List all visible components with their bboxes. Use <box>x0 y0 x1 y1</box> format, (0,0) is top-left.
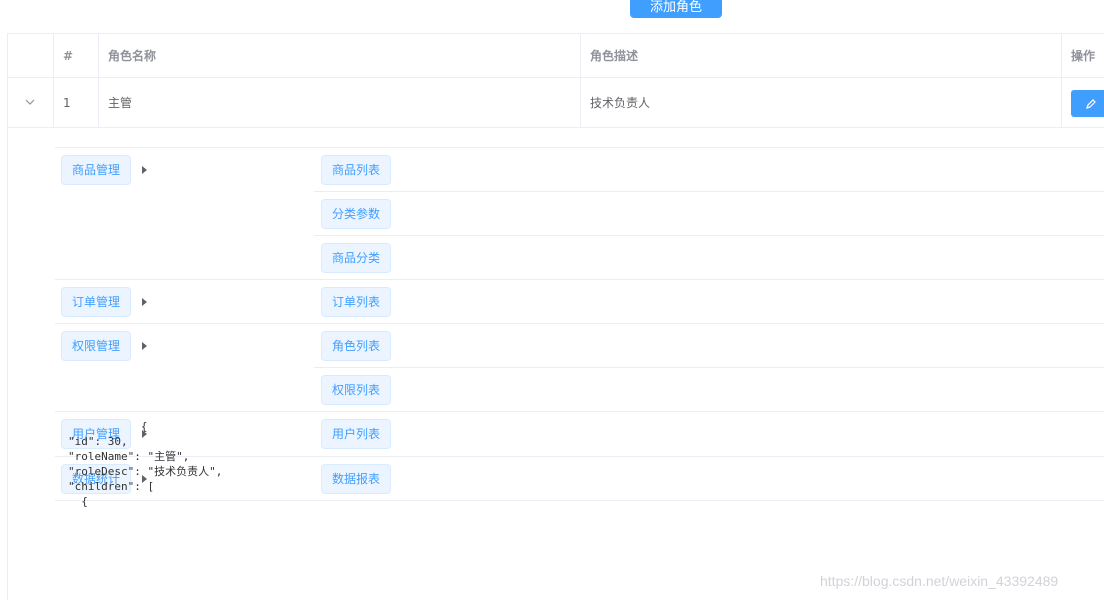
permission-tag-level2[interactable]: 用户列表 <box>321 419 392 449</box>
row-role-name: 主管 <box>99 78 581 128</box>
permission-expanded-panel: 商品管理 商品列表 分类参数 商品分类 订单管理 订单列表 权限管理 角色列表 … <box>8 128 1104 600</box>
expand-cell[interactable] <box>8 78 54 128</box>
permission-tag-level2[interactable]: 角色列表 <box>321 331 392 361</box>
watermark: https://blog.csdn.net/weixin_43392489 <box>820 573 1059 589</box>
permission-tag-level2[interactable]: 权限列表 <box>321 375 392 405</box>
header-actions: 操作 <box>1071 49 1096 63</box>
row-index: 1 <box>54 78 99 128</box>
subpermission-row: 订单列表 <box>314 279 1104 323</box>
caret-right-icon <box>142 342 147 350</box>
caret-right-icon <box>142 166 147 174</box>
header-expand <box>8 34 54 78</box>
permission-tag-level1[interactable]: 商品管理 <box>61 155 132 185</box>
json-dump: {"id": 30, "roleName": "主管", "roleDesc": "… <box>68 420 223 508</box>
subpermission-row: 用户列表 <box>314 411 1104 456</box>
permission-tag-level1[interactable]: 订单管理 <box>61 287 132 317</box>
edit-icon <box>1086 99 1096 109</box>
caret-right-icon <box>142 298 147 306</box>
permission-tag-level1[interactable]: 权限管理 <box>61 331 132 361</box>
header-role-desc: 角色描述 <box>581 34 1062 78</box>
add-role-button[interactable]: 添加角色 <box>630 0 722 18</box>
row-role-desc: 技术负责人 <box>581 78 1062 128</box>
edit-button[interactable] <box>1071 90 1104 117</box>
subpermission-row: 角色列表 <box>314 323 1104 367</box>
permission-tag-level2[interactable]: 商品分类 <box>321 243 392 273</box>
table-header: # 角色名称 角色描述 操作 <box>8 34 1104 78</box>
subpermission-row: 数据报表 <box>314 456 1104 500</box>
chevron-down-icon[interactable] <box>24 96 36 108</box>
permission-tag-level2[interactable]: 商品列表 <box>321 155 392 185</box>
permission-tag-level2[interactable]: 数据报表 <box>321 464 392 494</box>
subpermission-row: 商品分类 <box>314 235 1104 279</box>
header-index: # <box>54 34 99 78</box>
subpermission-row: 分类参数 <box>314 191 1104 235</box>
roles-table: # 角色名称 角色描述 操作 1 主管 技术负责人 商品管理 商品列表 分类参数… <box>7 33 1104 600</box>
permission-tag-level2[interactable]: 订单列表 <box>321 287 392 317</box>
permission-tag-level2[interactable]: 分类参数 <box>321 199 392 229</box>
subpermission-row: 商品列表 <box>314 147 1104 191</box>
header-role-name: 角色名称 <box>99 34 581 78</box>
subpermission-row: 权限列表 <box>314 367 1104 411</box>
table-row: 1 主管 技术负责人 <box>8 78 1104 128</box>
